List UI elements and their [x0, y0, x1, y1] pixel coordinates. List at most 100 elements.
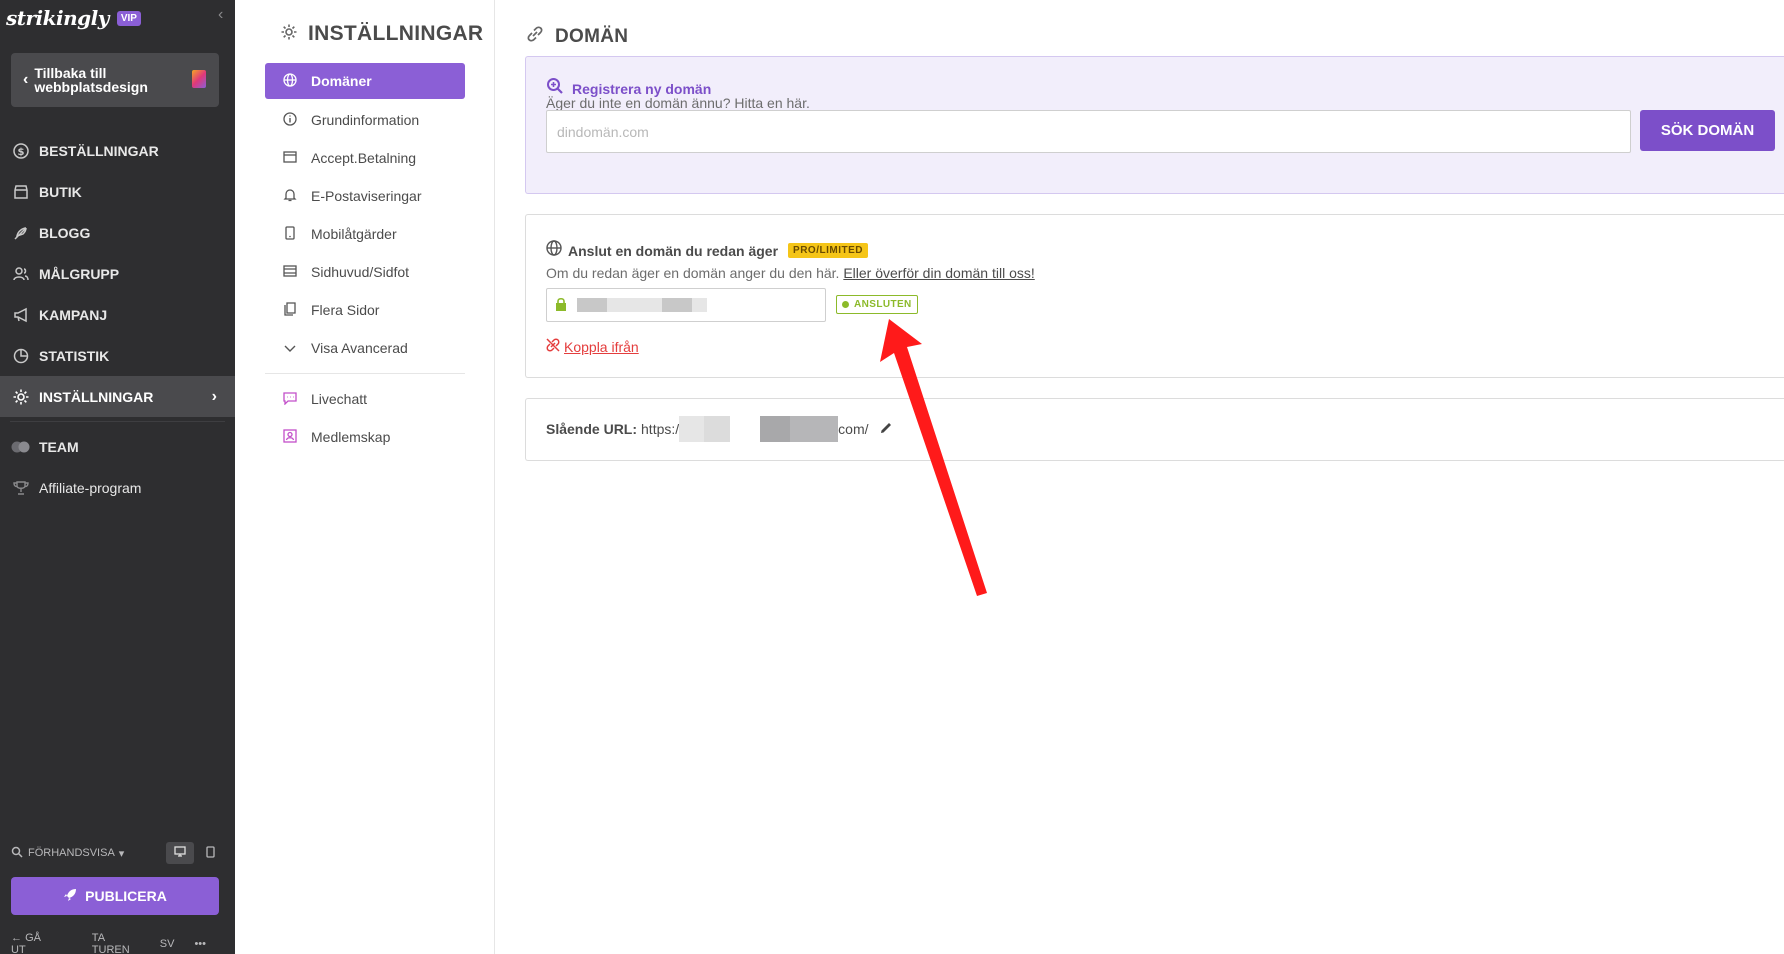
desktop-preview-button[interactable]	[166, 842, 194, 864]
pro-limited-badge: PRO/LIMITED	[788, 243, 868, 258]
settings-item-label: Visa Avancerad	[311, 340, 408, 356]
sidebar-footer: ← GÅ UT TA TUREN SV •••	[11, 932, 226, 954]
sidebar-item-label: BESTÄLLNINGAR	[39, 142, 159, 159]
url-prefix: https:/	[641, 421, 680, 437]
gear-icon	[11, 387, 31, 407]
settings-nav: Domäner Grundinformation Accept.Betalnin…	[265, 63, 465, 456]
settings-title: INSTÄLLNINGAR	[280, 22, 483, 46]
striking-url-row: Slående URL: https:/ com/	[546, 416, 893, 442]
mobile-icon	[205, 845, 215, 861]
redacted-url-text	[760, 416, 791, 442]
connect-domain-description: Om du redan äger en domän anger du den h…	[546, 265, 1035, 281]
gear-icon	[280, 23, 298, 46]
publish-label: PUBLICERA	[85, 888, 167, 904]
logo-row: strikingly VIP	[6, 6, 141, 30]
more-options-icon[interactable]: •••	[194, 938, 206, 950]
collapse-sidebar-icon[interactable]: ‹	[218, 6, 223, 24]
connect-domain-label: Anslut en domän du redan äger	[568, 242, 779, 259]
register-domain-description: Äger du inte en domän ännu? Hitta en här…	[546, 95, 810, 111]
redacted-url-text	[704, 416, 731, 442]
search-domain-button[interactable]: SÖK DOMÄN	[1640, 110, 1775, 151]
url-suffix: com/	[838, 421, 869, 437]
settings-item-membership[interactable]: Medlemskap	[265, 418, 465, 456]
exit-link[interactable]: ← GÅ UT	[11, 932, 72, 954]
sidebar-item-affiliate[interactable]: Affiliate-program	[0, 467, 235, 508]
edit-url-icon[interactable]	[879, 421, 893, 438]
team-icon	[11, 437, 31, 457]
settings-item-live-chat[interactable]: Livechatt	[265, 380, 465, 418]
preview-dropdown[interactable]: FÖRHANDSVISA	[28, 847, 115, 859]
sidebar-item-label: MÅLGRUPP	[39, 265, 120, 282]
striking-url-card: Slående URL: https:/ com/	[525, 398, 1784, 461]
domain-search-input[interactable]	[546, 110, 1631, 153]
settings-item-basic-info[interactable]: Grundinformation	[265, 101, 465, 139]
settings-divider	[265, 373, 465, 374]
disconnect-label: Koppla ifrån	[564, 338, 639, 355]
mobile-icon	[281, 225, 299, 243]
transfer-domain-link[interactable]: Eller överför din domän till oss!	[843, 265, 1034, 281]
trophy-icon	[11, 478, 31, 498]
domain-title-label: DOMÄN	[555, 25, 629, 47]
sidebar-item-settings[interactable]: INSTÄLLNINGAR ›	[0, 376, 235, 417]
settings-item-email-notifications[interactable]: E-Postaviseringar	[265, 177, 465, 215]
back-to-design-label: Tillbaka till webbplatsdesign	[34, 65, 148, 95]
language-selector[interactable]: SV	[160, 938, 175, 950]
settings-item-payments[interactable]: Accept.Betalning	[265, 139, 465, 177]
rocket-icon	[63, 888, 77, 905]
settings-item-domains[interactable]: Domäner	[265, 63, 465, 99]
sidebar-item-label: KAMPANJ	[39, 306, 108, 323]
settings-item-header-footer[interactable]: Sidhuvud/Sidfot	[265, 253, 465, 291]
chat-icon	[281, 391, 299, 408]
settings-title-label: INSTÄLLNINGAR	[308, 22, 484, 45]
site-page-icon	[192, 70, 206, 88]
desktop-icon	[174, 846, 186, 860]
sidebar-item-store[interactable]: BUTIK	[0, 171, 235, 212]
register-domain-card: Registrera ny domän Äger du inte en domä…	[525, 56, 1784, 194]
publish-button[interactable]: PUBLICERA	[11, 877, 219, 915]
redacted-domain-text	[692, 298, 707, 312]
back-to-design-button[interactable]: ‹ Tillbaka till webbplatsdesign	[11, 53, 219, 107]
sidebar-item-blog[interactable]: BLOGG	[0, 212, 235, 253]
sidebar-item-team[interactable]: TEAM	[0, 426, 235, 467]
sidebar-divider	[10, 421, 225, 422]
sidebar-item-audience[interactable]: MÅLGRUPP	[0, 253, 235, 294]
mobile-preview-button[interactable]	[196, 842, 224, 864]
sidebar-item-statistics[interactable]: STATISTIK	[0, 335, 235, 376]
sidebar-nav: $ BESTÄLLNINGAR BUTIK BLOGG MÅLGRUPP KAM…	[0, 130, 235, 508]
vip-badge: VIP	[116, 10, 141, 26]
feather-icon	[11, 223, 31, 243]
bell-icon	[281, 188, 299, 205]
redacted-url-text	[679, 416, 705, 442]
pages-icon	[281, 301, 299, 319]
store-icon	[11, 182, 31, 202]
dollar-circle-icon: $	[11, 141, 31, 161]
connect-domain-title: Anslut en domän du redan äger PRO/LIMITE…	[546, 240, 868, 261]
chevron-right-icon: ›	[211, 387, 217, 405]
main-sidebar: strikingly VIP ‹ ‹ Tillbaka till webbpla…	[0, 0, 235, 954]
settings-item-mobile-actions[interactable]: Mobilåtgärder	[265, 215, 465, 253]
domain-settings-panel: DOMÄN Registrera ny domän Äger du inte e…	[525, 0, 1784, 954]
info-icon	[281, 111, 299, 129]
link-icon	[525, 24, 545, 49]
sidebar-item-label: TEAM	[39, 438, 79, 455]
sidebar-item-label: INSTÄLLNINGAR	[39, 388, 154, 405]
strikingly-logo[interactable]: strikingly	[6, 6, 109, 30]
disconnect-link[interactable]: Koppla ifrån	[546, 338, 639, 355]
connected-domain-field[interactable]	[546, 288, 826, 322]
sidebar-item-label: BUTIK	[39, 183, 82, 200]
exit-label: GÅ UT	[11, 932, 41, 954]
connected-status-badge: ANSLUTEN	[836, 295, 918, 314]
layout-icon	[281, 264, 299, 280]
sidebar-item-label: STATISTIK	[39, 347, 110, 364]
sidebar-item-orders[interactable]: $ BESTÄLLNINGAR	[0, 130, 235, 171]
sidebar-item-campaign[interactable]: KAMPANJ	[0, 294, 235, 335]
take-tour-link[interactable]: TA TUREN	[92, 932, 140, 954]
settings-item-label: Grundinformation	[311, 112, 420, 128]
sidebar-item-label: BLOGG	[39, 224, 91, 241]
status-dot	[842, 301, 849, 308]
redacted-domain-text	[662, 298, 692, 312]
settings-item-label: Sidhuvud/Sidfot	[311, 264, 410, 280]
settings-item-multiple-pages[interactable]: Flera Sidor	[265, 291, 465, 329]
settings-item-show-advanced[interactable]: Visa Avancerad	[265, 329, 465, 367]
caret-down-icon: ▾	[118, 847, 125, 860]
